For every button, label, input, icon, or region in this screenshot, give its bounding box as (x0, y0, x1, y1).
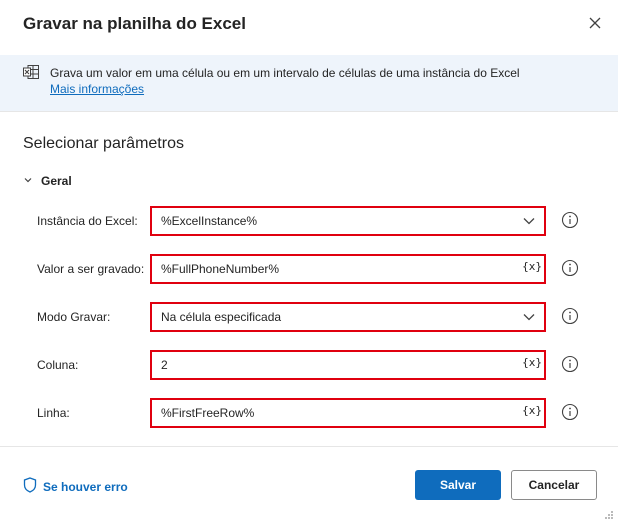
more-info-link[interactable]: Mais informações (50, 82, 144, 96)
excel-icon (23, 65, 39, 84)
variable-picker-button[interactable]: {x} (522, 260, 542, 273)
field-value: 2 (161, 358, 168, 372)
chevron-down-icon (522, 310, 536, 329)
field-label: Modo Gravar: (37, 310, 111, 324)
dialog-title: Gravar na planilha do Excel (23, 14, 246, 33)
field-value: %FirstFreeRow% (161, 406, 255, 420)
cancel-button[interactable]: Cancelar (511, 470, 597, 500)
on-error-link[interactable]: Se houver erro (23, 477, 128, 496)
info-icon[interactable] (561, 355, 579, 373)
variable-picker-button[interactable]: {x} (522, 404, 542, 417)
info-icon[interactable] (561, 307, 579, 325)
info-icon[interactable] (561, 403, 579, 421)
footer-divider (0, 446, 618, 447)
param-row-row: Linha: %FirstFreeRow% {x} (0, 398, 618, 430)
on-error-label: Se houver erro (43, 479, 128, 494)
field-value: Na célula especificada (161, 310, 282, 324)
column-input[interactable]: 2 {x} (150, 350, 546, 380)
info-description: Grava um valor em uma célula ou em um in… (50, 66, 520, 80)
resize-grip-icon[interactable] (604, 507, 614, 525)
variable-picker-button[interactable]: {x} (522, 356, 542, 369)
group-label: Geral (41, 174, 72, 188)
field-label: Coluna: (37, 358, 79, 372)
chevron-down-icon (23, 174, 33, 188)
excel-instance-dropdown[interactable]: %ExcelInstance% (150, 206, 546, 236)
info-banner: Grava um valor em uma célula ou em um in… (0, 55, 618, 111)
param-row-excel-instance: Instância do Excel: %ExcelInstance% (0, 206, 618, 238)
shield-icon (23, 477, 37, 496)
info-icon[interactable] (561, 259, 579, 277)
param-row-value: Valor a ser gravado: %FullPhoneNumber% {… (0, 254, 618, 286)
save-button[interactable]: Salvar (415, 470, 501, 500)
info-icon[interactable] (561, 211, 579, 229)
value-to-write-input[interactable]: %FullPhoneNumber% {x} (150, 254, 546, 284)
write-mode-dropdown[interactable]: Na célula especificada (150, 302, 546, 332)
field-label: Instância do Excel: (37, 214, 138, 228)
section-title: Selecionar parâmetros (23, 135, 184, 152)
field-label: Valor a ser gravado: (37, 262, 145, 276)
param-row-write-mode: Modo Gravar: Na célula especificada (0, 302, 618, 334)
divider (0, 111, 618, 112)
dialog-header: Gravar na planilha do Excel (0, 0, 618, 48)
field-value: %ExcelInstance% (161, 214, 258, 228)
chevron-down-icon (522, 214, 536, 233)
field-value: %FullPhoneNumber% (161, 262, 280, 276)
close-icon[interactable] (584, 12, 606, 34)
group-toggle-geral[interactable]: Geral (23, 174, 72, 188)
param-row-column: Coluna: 2 {x} (0, 350, 618, 382)
row-input[interactable]: %FirstFreeRow% {x} (150, 398, 546, 428)
field-label: Linha: (37, 406, 70, 420)
